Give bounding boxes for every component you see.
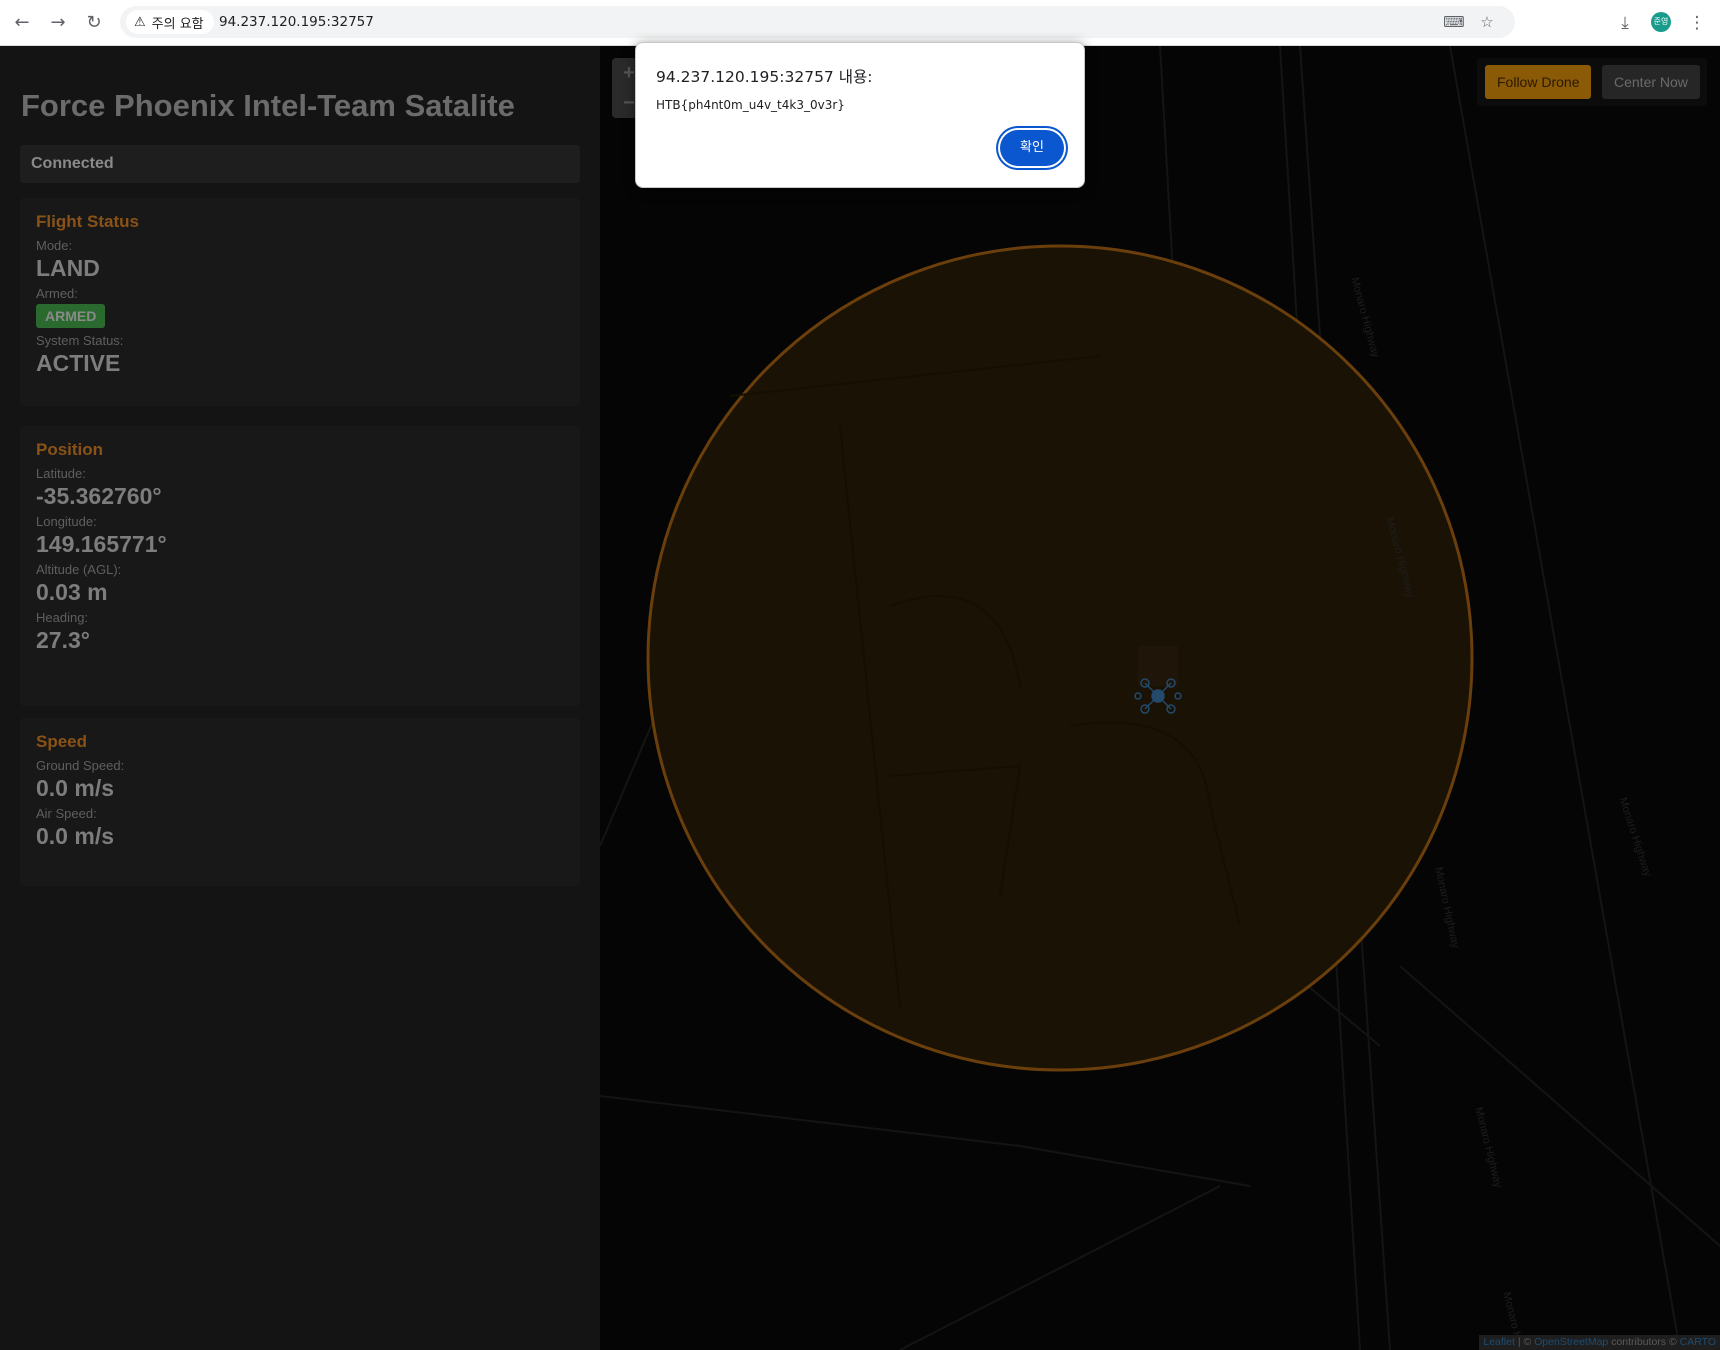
dialog-title: 94.237.120.195:32757 내용: — [656, 68, 873, 86]
field-label: System Status: — [36, 333, 124, 348]
page: Force Phoenix Intel-Team Satalite Connec… — [0, 46, 1720, 1350]
map-attribution: Leaflet | © OpenStreetMap contributors ©… — [1479, 1335, 1720, 1350]
back-arrow-icon[interactable]: ← — [10, 11, 34, 35]
speed-card: Speed Ground Speed: 0.0 m/s Air Speed: 0… — [20, 718, 580, 886]
card-title: Flight Status — [36, 212, 139, 231]
download-icon[interactable]: ⤓ — [1613, 11, 1637, 35]
kebab-menu-icon[interactable]: ⋮ — [1685, 11, 1709, 35]
attribution-separator: | © — [1514, 1336, 1535, 1348]
geofence-circle — [646, 244, 1474, 1072]
air-speed-value: 0.0 m/s — [36, 823, 114, 849]
card-title: Position — [36, 440, 104, 459]
map-tiles — [600, 46, 1720, 1350]
osm-link[interactable]: OpenStreetMap — [1534, 1336, 1608, 1348]
heading-value: 27.3° — [36, 627, 90, 653]
position-card: Position Latitude: -35.362760° Longitude… — [20, 426, 580, 706]
field-label: Latitude: — [36, 466, 86, 481]
ok-button[interactable]: 확인 — [1000, 130, 1064, 166]
dialog-message: HTB{ph4nt0m_u4v_t4k3_0v3r} — [656, 98, 845, 112]
telemetry-sidebar: Force Phoenix Intel-Team Satalite Connec… — [0, 46, 600, 1350]
reload-icon[interactable]: ↻ — [82, 11, 106, 35]
mode-value: LAND — [36, 255, 100, 281]
field-label: Mode: — [36, 238, 73, 253]
armed-badge: ARMED — [36, 304, 106, 328]
page-title: Force Phoenix Intel-Team Satalite — [21, 88, 515, 123]
ground-speed-value: 0.0 m/s — [36, 775, 114, 801]
carto-link[interactable]: CARTO — [1680, 1336, 1716, 1348]
security-label: 주의 요함 — [151, 16, 204, 32]
latitude-value: -35.362760° — [36, 483, 162, 509]
field-label: Longitude: — [36, 514, 97, 529]
field-label: Altitude (AGL): — [36, 562, 122, 577]
profile-avatar[interactable]: 준영 — [1651, 12, 1671, 32]
flight-status-card: Flight Status Mode: LAND Armed: ARMED Sy… — [20, 198, 580, 406]
system-status-value: ACTIVE — [36, 350, 121, 376]
map-view[interactable]: Monaro Highway Monaro Highway Monaro Hig… — [600, 46, 1720, 1350]
url-text[interactable]: 94.237.120.195:32757 — [219, 14, 374, 30]
bookmark-star-icon[interactable]: ☆ — [1476, 11, 1498, 33]
browser-toolbar: ← → ↻ ⚠ 주의 요함 94.237.120.195:32757 ⌨ ☆ ⤓… — [0, 0, 1720, 46]
card-title: Speed — [36, 732, 88, 751]
warning-icon: ⚠ — [134, 14, 146, 30]
leaflet-link[interactable]: Leaflet — [1483, 1336, 1515, 1348]
security-chip[interactable]: ⚠ 주의 요함 — [126, 10, 214, 34]
attribution-contributors: contributors © — [1608, 1336, 1680, 1348]
field-label: Ground Speed: — [36, 758, 125, 773]
follow-drone-button[interactable]: Follow Drone — [1485, 65, 1592, 99]
translate-icon[interactable]: ⌨ — [1443, 11, 1465, 33]
alert-dialog: 94.237.120.195:32757 내용: HTB{ph4nt0m_u4v… — [635, 42, 1085, 188]
field-label: Heading: — [36, 610, 89, 625]
forward-arrow-icon[interactable]: → — [46, 11, 70, 35]
address-bar[interactable]: ⚠ 주의 요함 94.237.120.195:32757 ⌨ ☆ — [120, 6, 1515, 38]
field-label: Air Speed: — [36, 806, 97, 821]
longitude-value: 149.165771° — [36, 531, 167, 557]
altitude-value: 0.03 m — [36, 579, 108, 605]
connection-status: Connected — [20, 145, 580, 183]
field-label: Armed: — [36, 286, 78, 301]
center-now-button[interactable]: Center Now — [1602, 65, 1700, 99]
